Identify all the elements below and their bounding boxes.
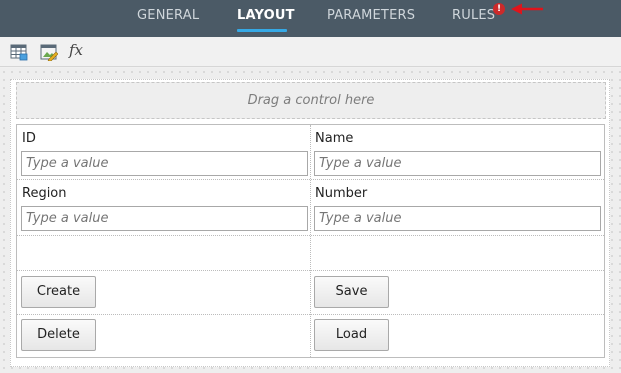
region-label: Region: [22, 186, 67, 201]
rules-alert-icon: !: [493, 3, 505, 15]
row-divider: [17, 314, 604, 315]
delete-button[interactable]: Delete: [21, 319, 96, 351]
load-button[interactable]: Load: [314, 319, 389, 351]
active-tab-indicator: [237, 29, 287, 32]
id-label: ID: [22, 131, 36, 146]
edit-image-icon[interactable]: [40, 43, 58, 61]
tab-bar: GENERAL LAYOUT PARAMETERS RULES !: [0, 0, 621, 37]
toolbar: fx: [0, 37, 621, 67]
red-arrow-annotation-icon: [511, 3, 543, 15]
id-field[interactable]: [21, 151, 308, 176]
tab-general[interactable]: GENERAL: [137, 0, 199, 33]
fx-icon[interactable]: fx: [69, 41, 83, 59]
number-field[interactable]: [314, 206, 601, 231]
create-button[interactable]: Create: [21, 276, 96, 308]
name-label: Name: [315, 131, 354, 146]
number-label: Number: [315, 186, 368, 201]
table-layout-icon[interactable]: [10, 43, 28, 61]
row-divider: [17, 270, 604, 271]
region-field[interactable]: [21, 206, 308, 231]
tab-rules[interactable]: RULES: [452, 0, 495, 33]
drop-zone[interactable]: Drag a control here: [16, 82, 606, 119]
row-divider: [17, 179, 604, 180]
save-button[interactable]: Save: [314, 276, 389, 308]
row-divider: [17, 235, 604, 236]
name-field[interactable]: [314, 151, 601, 176]
column-divider: [310, 125, 311, 357]
tab-parameters[interactable]: PARAMETERS: [327, 0, 415, 33]
